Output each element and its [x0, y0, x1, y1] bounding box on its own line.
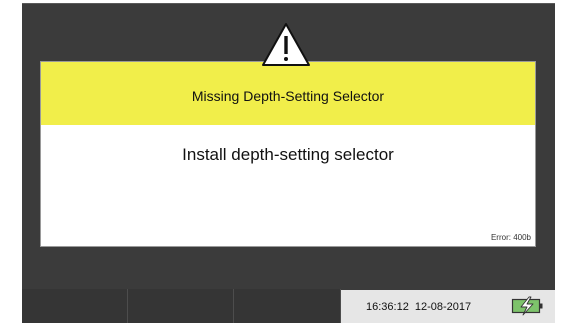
device-screen: Missing Depth-Setting Selector Install d… [22, 3, 555, 323]
error-dialog: Missing Depth-Setting Selector Install d… [40, 61, 536, 247]
status-panel: 16:36:12 12-08-2017 [341, 290, 555, 323]
error-message: Install depth-setting selector [182, 145, 394, 164]
clock-date: 12-08-2017 [414, 300, 472, 313]
dialog-title: Missing Depth-Setting Selector [41, 62, 535, 125]
clock-time: 16:36:12 [366, 300, 409, 313]
softkey-1[interactable] [22, 289, 128, 323]
dialog-body: Install depth-setting selector Error: 40… [41, 125, 535, 246]
softkey-3[interactable] [234, 289, 341, 323]
error-code: Error: 400b [490, 233, 531, 242]
warning-triangle-icon [262, 23, 310, 66]
battery-charging-icon [511, 296, 543, 316]
softkey-2[interactable] [128, 289, 234, 323]
bottom-bar: 16:36:12 12-08-2017 [22, 289, 555, 323]
